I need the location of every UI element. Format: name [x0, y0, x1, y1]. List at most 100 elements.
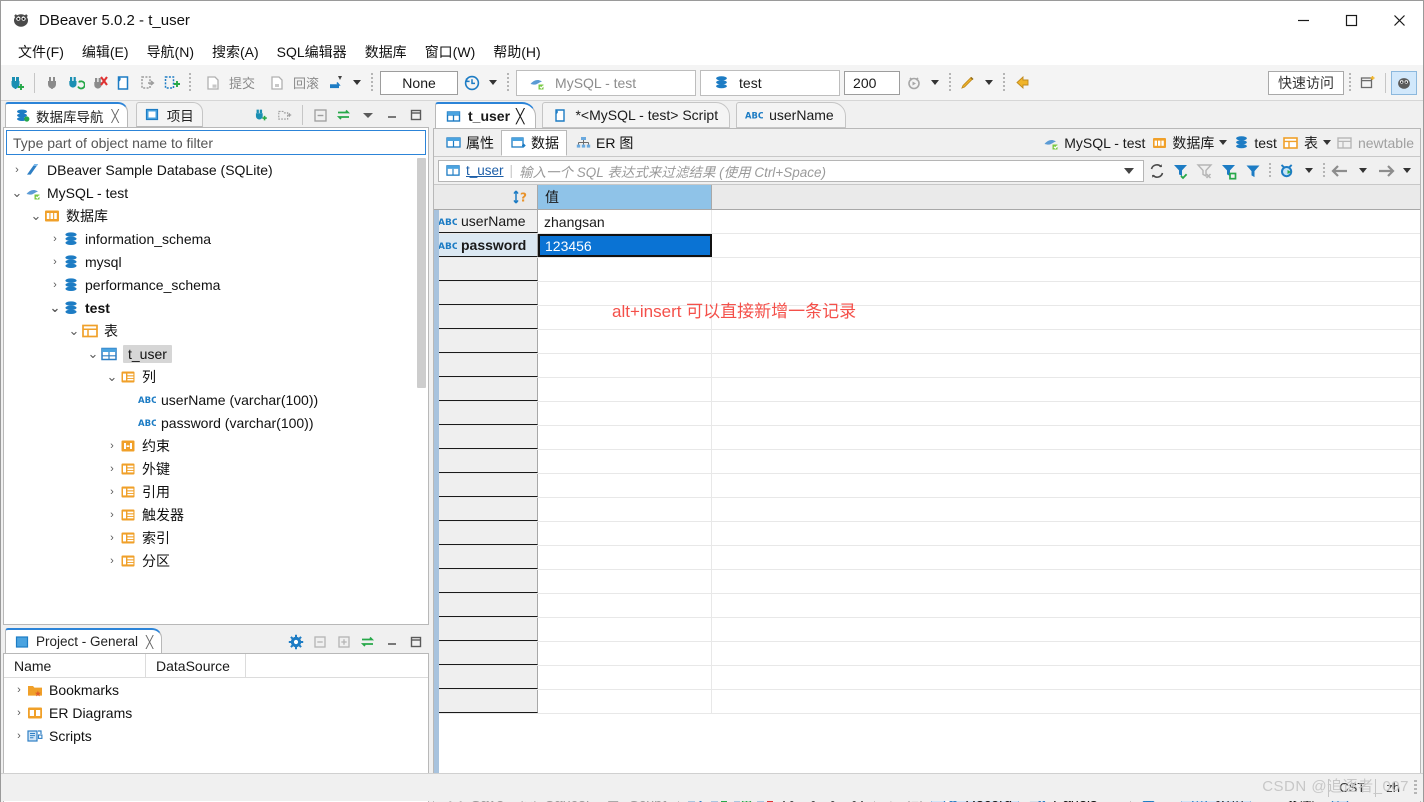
history-forward-dropdown[interactable]: [1403, 168, 1411, 173]
grid-cell-value[interactable]: [538, 450, 712, 473]
maximize-button[interactable]: [1327, 1, 1375, 39]
new-connection-small-icon[interactable]: [252, 106, 270, 124]
tree-node-[interactable]: › 外键: [4, 457, 428, 480]
grid-cell-value[interactable]: [538, 282, 712, 305]
minimize-view-icon[interactable]: [383, 633, 401, 651]
grid-cell-value[interactable]: zhangsan: [538, 210, 712, 233]
grid-row[interactable]: ABC userName zhangsan: [434, 210, 1420, 234]
chevron-down-icon[interactable]: [1124, 167, 1134, 174]
grid-row-header[interactable]: [434, 402, 538, 425]
expand-all-icon[interactable]: [335, 633, 353, 651]
apply-filter-icon[interactable]: [1170, 160, 1192, 182]
maximize-view-icon[interactable]: [407, 106, 425, 124]
tab-database-navigator[interactable]: 数据库导航 ╳: [5, 102, 128, 127]
grid-cell-value[interactable]: [538, 330, 712, 353]
tree-node-[interactable]: › 约束: [4, 434, 428, 457]
grid-row-empty[interactable]: [434, 450, 1420, 474]
grid-cell-value[interactable]: [538, 690, 712, 713]
grid-row-header[interactable]: [434, 498, 538, 521]
grid-cell-value[interactable]: [538, 426, 712, 449]
tree-node-[interactable]: ⌄ 表: [4, 319, 428, 342]
grid-row-header[interactable]: [434, 522, 538, 545]
grid-cell-value[interactable]: [538, 642, 712, 665]
breadcrumb-newtable[interactable]: newtable: [1336, 134, 1414, 152]
project-row[interactable]: › Bookmarks: [4, 678, 428, 701]
sql-plan-dropdown[interactable]: [931, 80, 940, 85]
grid-row-header[interactable]: ABC userName: [434, 210, 538, 233]
sql-editor-open-icon[interactable]: [137, 71, 159, 95]
grid-row-header[interactable]: [434, 474, 538, 497]
grid-row-header[interactable]: [434, 426, 538, 449]
grid-row-empty[interactable]: [434, 522, 1420, 546]
tab-project-general[interactable]: Project - General ╳: [5, 628, 163, 653]
gear-icon[interactable]: [287, 633, 305, 651]
filter-settings-icon[interactable]: [1242, 160, 1264, 182]
tree-node-[interactable]: › 索引: [4, 526, 428, 549]
grid-cell-value[interactable]: [538, 474, 712, 497]
clear-filter-icon[interactable]: [1194, 160, 1216, 182]
save-filter-icon[interactable]: [1218, 160, 1240, 182]
history-back-dropdown[interactable]: [1359, 168, 1367, 173]
view-menu-icon[interactable]: [359, 106, 377, 124]
tree-node-[interactable]: › 分区: [4, 549, 428, 572]
grid-cell-value[interactable]: [538, 498, 712, 521]
grid-column-header-value[interactable]: 值: [538, 185, 712, 209]
connection-selector[interactable]: MySQL - test: [516, 69, 697, 96]
grid-row-empty[interactable]: [434, 618, 1420, 642]
new-folder-icon[interactable]: [276, 106, 294, 124]
tree-node-[interactable]: ⌄ 列: [4, 365, 428, 388]
tab-project[interactable]: 项目: [135, 102, 203, 127]
tree-node-t_user[interactable]: ⌄ t_user: [4, 342, 428, 365]
grid-row-header[interactable]: [434, 258, 538, 281]
sql-execute-plan-icon[interactable]: [903, 71, 925, 95]
project-row[interactable]: › Scripts: [4, 724, 428, 747]
tree-node-username-varchar-100[interactable]: ABC userName (varchar(100)): [4, 388, 428, 411]
chevron-right-icon[interactable]: ›: [105, 532, 119, 544]
grid-row-empty[interactable]: [434, 666, 1420, 690]
chevron-down-icon[interactable]: ⌄: [29, 209, 43, 222]
disconnect-icon[interactable]: [41, 71, 63, 95]
chevron-right-icon[interactable]: ›: [105, 486, 119, 498]
grid-row-header[interactable]: ABC password: [434, 234, 538, 257]
chevron-right-icon[interactable]: ›: [105, 509, 119, 521]
collapse-all-icon[interactable]: [311, 106, 329, 124]
chevron-right-icon[interactable]: ›: [12, 684, 26, 696]
status-resize-grip[interactable]: [1414, 779, 1417, 796]
menu-search[interactable]: 搜索(A): [203, 39, 268, 65]
transaction-log-icon[interactable]: [461, 71, 483, 95]
grid-row-header[interactable]: [434, 690, 538, 713]
chevron-right-icon[interactable]: ›: [12, 730, 26, 742]
grid-cell-value[interactable]: [538, 306, 712, 329]
commit-button[interactable]: 提交: [196, 69, 260, 97]
transaction-mode-dropdown[interactable]: [353, 80, 362, 85]
grid-row-header[interactable]: [434, 282, 538, 305]
grid-cell-value[interactable]: [538, 354, 712, 377]
grid-row-header[interactable]: [434, 378, 538, 401]
link-with-editor-icon[interactable]: [359, 633, 377, 651]
menu-window[interactable]: 窗口(W): [416, 39, 485, 65]
menu-help[interactable]: 帮助(H): [484, 39, 549, 65]
close-button[interactable]: [1375, 1, 1423, 39]
sql-format-dropdown[interactable]: [985, 80, 994, 85]
rollback-button[interactable]: 回滚: [260, 69, 324, 97]
project-row[interactable]: › ER Diagrams: [4, 701, 428, 724]
chevron-down-icon[interactable]: ⌄: [48, 301, 62, 314]
grid-cell-value[interactable]: [538, 618, 712, 641]
grid-row-empty[interactable]: [434, 402, 1420, 426]
chevron-down-icon[interactable]: [1219, 140, 1228, 145]
grid-row-header[interactable]: [434, 306, 538, 329]
chevron-down-icon[interactable]: ⌄: [86, 347, 100, 360]
chevron-right-icon[interactable]: ›: [10, 164, 24, 176]
grid-corner-cell[interactable]: ?: [434, 185, 538, 209]
grid-cell-value[interactable]: [538, 522, 712, 545]
tree-node-[interactable]: › 引用: [4, 480, 428, 503]
grid-rows[interactable]: ABC userName zhangsan ABC password 123456: [434, 210, 1420, 714]
grid-row-header[interactable]: [434, 642, 538, 665]
chevron-down-icon[interactable]: ⌄: [67, 324, 81, 337]
sql-editor-new-icon[interactable]: [113, 71, 135, 95]
breadcrumb-schema[interactable]: test: [1232, 134, 1277, 152]
navigator-filter-input[interactable]: Type part of object name to filter: [6, 130, 426, 155]
grid-row-empty[interactable]: [434, 354, 1420, 378]
quick-access-field[interactable]: 快速访问: [1268, 70, 1344, 95]
sql-editor-recent-icon[interactable]: [161, 71, 183, 95]
